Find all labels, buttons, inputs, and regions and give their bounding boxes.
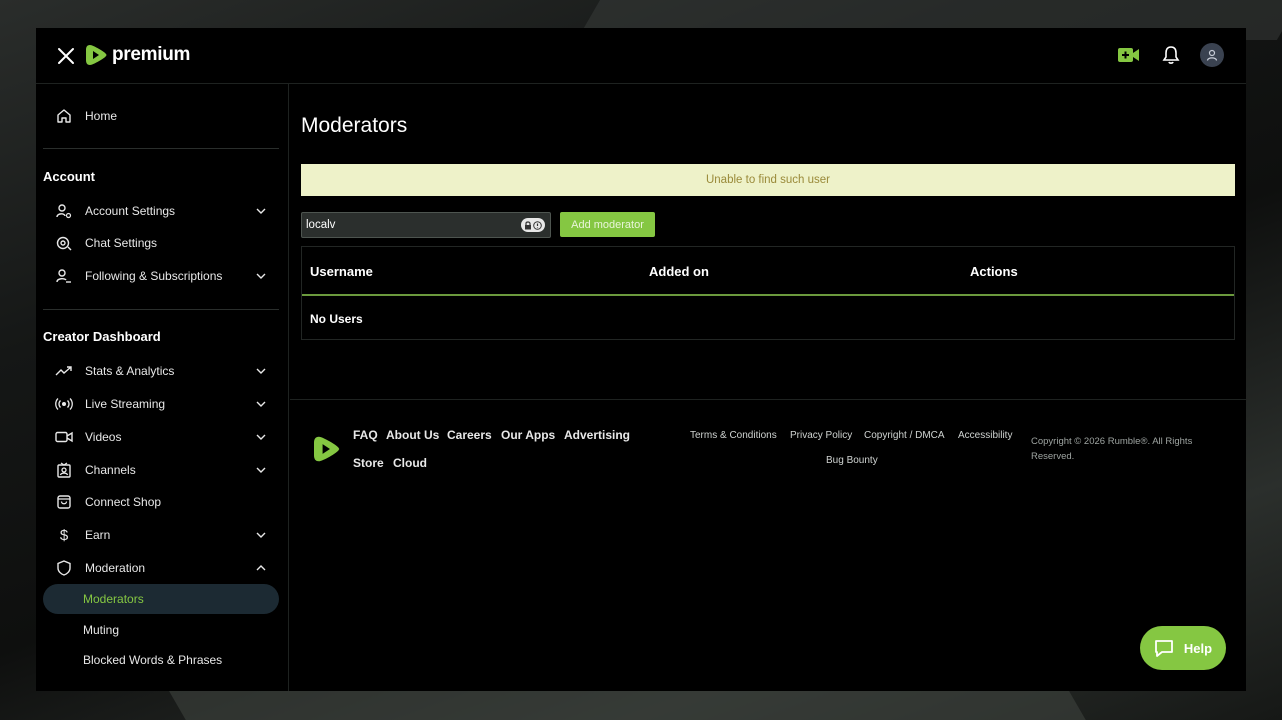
rumble-logo-icon: [86, 45, 107, 65]
sidebar-item-label: Stats & Analytics: [85, 364, 175, 378]
section-title-account: Account: [43, 169, 95, 184]
error-alert: Unable to find such user: [301, 164, 1235, 196]
chevron-down-icon: [256, 467, 266, 473]
broadcast-icon: [55, 395, 73, 413]
chevron-down-icon: [256, 368, 266, 374]
sidebar-item-label: Connect Shop: [85, 495, 162, 509]
sidebar: Home Account Account Settings Chat Setti…: [36, 84, 289, 691]
sidebar-item-label: Videos: [85, 430, 122, 444]
home-icon: [55, 107, 73, 125]
copyright-text: Copyright © 2026 Rumble®. All Rights Res…: [1031, 436, 1193, 462]
help-button[interactable]: Help: [1140, 626, 1226, 670]
chevron-down-icon: [256, 273, 266, 279]
footer-link-cloud[interactable]: Cloud: [393, 456, 427, 470]
sidebar-item-label: Earn: [85, 528, 111, 542]
sidebar-item-live-streaming[interactable]: Live Streaming: [43, 389, 279, 419]
chevron-up-icon: [256, 565, 266, 571]
brand-name: premium: [112, 44, 191, 65]
sidebar-item-label: Live Streaming: [85, 397, 166, 411]
channel-icon: [55, 461, 73, 479]
sidebar-item-label: Account Settings: [85, 204, 176, 218]
footer-logo-icon[interactable]: [314, 434, 341, 469]
background-shape: [168, 690, 1092, 720]
shield-icon: [55, 559, 73, 577]
empty-state-text: No Users: [310, 312, 363, 326]
dollar-icon: $: [59, 526, 69, 544]
footer-link-accessibility[interactable]: Accessibility: [958, 430, 1012, 441]
moderator-search-field[interactable]: [301, 212, 551, 238]
sidebar-item-following[interactable]: Following & Subscriptions: [43, 261, 279, 291]
table-header: Username Added on Actions: [302, 247, 1234, 296]
rumble-logo[interactable]: premium: [86, 43, 190, 67]
sidebar-item-label: Moderators: [83, 592, 144, 606]
sidebar-item-home[interactable]: Home: [43, 101, 279, 131]
footer-link-copyright-dmca[interactable]: Copyright / DMCA: [864, 430, 945, 441]
chevron-down-icon: [256, 532, 266, 538]
footer-link-our-apps[interactable]: Our Apps: [501, 428, 555, 442]
section-title-creator-dashboard: Creator Dashboard: [43, 329, 161, 344]
trending-up-icon: [55, 362, 73, 380]
sidebar-item-label: Channels: [85, 463, 136, 477]
column-header-username: Username: [310, 264, 373, 279]
moderators-table: Username Added on Actions No Users: [301, 246, 1235, 340]
sidebar-item-label: Chat Settings: [85, 236, 158, 250]
add-moderator-button[interactable]: Add moderator: [560, 212, 655, 237]
chevron-down-icon: [256, 434, 266, 440]
divider: [43, 148, 279, 149]
footer-link-bug-bounty[interactable]: Bug Bounty: [826, 455, 878, 466]
column-header-added-on: Added on: [649, 264, 709, 279]
search-input[interactable]: [306, 219, 506, 231]
top-bar: premium: [36, 28, 1246, 84]
sidebar-item-blocked-words[interactable]: Blocked Words & Phrases: [43, 645, 279, 675]
divider: [43, 309, 279, 310]
footer-link-store[interactable]: Store: [353, 456, 384, 470]
sidebar-item-earn[interactable]: $ Earn: [43, 520, 279, 550]
sidebar-item-stats[interactable]: Stats & Analytics: [43, 356, 279, 386]
footer-link-advertising[interactable]: Advertising: [564, 428, 630, 442]
sidebar-item-label: Muting: [83, 623, 120, 637]
user-gear-icon: [55, 202, 73, 220]
page-title: Moderators: [301, 114, 408, 137]
user-follow-icon: [55, 267, 73, 285]
sidebar-item-label: Moderation: [85, 561, 146, 575]
main-content: Moderators Unable to find such user Add …: [290, 84, 1246, 691]
sidebar-item-moderators[interactable]: Moderators: [43, 584, 279, 614]
sidebar-item-muting[interactable]: Muting: [43, 615, 279, 645]
password-manager-icon[interactable]: [521, 218, 545, 232]
footer-link-privacy[interactable]: Privacy Policy: [790, 430, 852, 441]
sidebar-item-videos[interactable]: Videos: [43, 422, 279, 452]
video-camera-icon: [55, 428, 73, 446]
chevron-down-icon: [256, 401, 266, 407]
chevron-down-icon: [256, 208, 266, 214]
user-icon: [1206, 49, 1218, 61]
footer-link-about-us[interactable]: About Us: [386, 428, 439, 442]
close-icon[interactable]: [56, 46, 76, 66]
avatar[interactable]: [1200, 43, 1224, 67]
sidebar-item-moderation[interactable]: Moderation: [43, 553, 279, 583]
sidebar-item-account-settings[interactable]: Account Settings: [43, 196, 279, 226]
shopping-bag-icon: [55, 493, 73, 511]
footer-link-terms[interactable]: Terms & Conditions: [690, 430, 777, 441]
chat-settings-icon: [55, 234, 73, 252]
footer-divider: [290, 399, 1246, 400]
sidebar-item-label: Blocked Words & Phrases: [83, 653, 223, 667]
app-window: premium Home Account Account Settings Ch…: [36, 28, 1246, 691]
footer-link-faq[interactable]: FAQ: [353, 428, 378, 442]
sidebar-item-label: Following & Subscriptions: [85, 269, 223, 283]
help-label: Help: [1183, 640, 1213, 656]
sidebar-item-connect-shop[interactable]: Connect Shop: [43, 487, 279, 517]
sidebar-item-channels[interactable]: Channels: [43, 455, 279, 485]
footer-link-careers[interactable]: Careers: [447, 428, 492, 442]
sidebar-item-chat-settings[interactable]: Chat Settings: [43, 228, 279, 258]
chat-bubble-icon: [1155, 640, 1173, 657]
sidebar-item-label: Home: [85, 109, 118, 123]
column-header-actions: Actions: [970, 264, 1018, 279]
camera-plus-icon[interactable]: [1116, 42, 1142, 68]
bell-icon[interactable]: [1158, 42, 1184, 68]
